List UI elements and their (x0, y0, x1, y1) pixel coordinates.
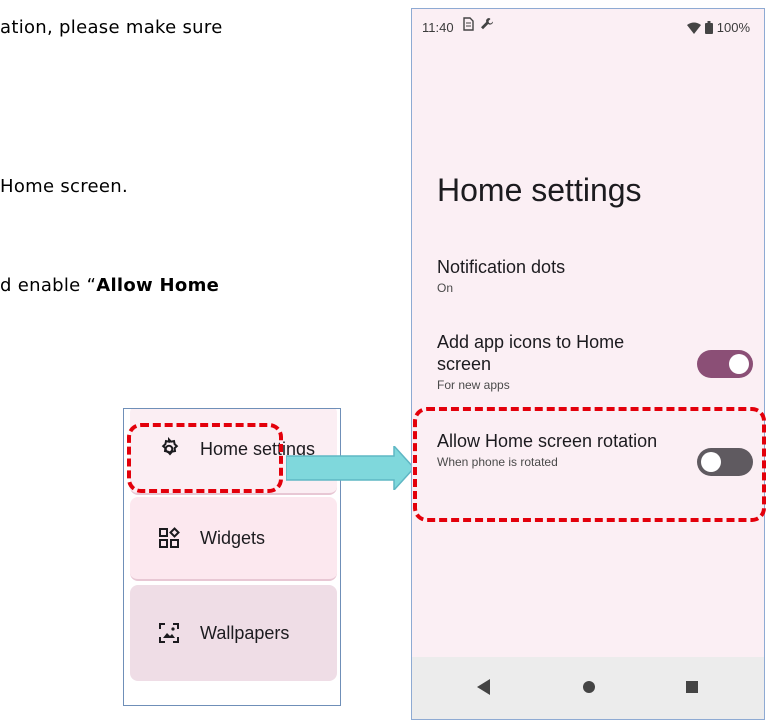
home-icon[interactable] (582, 680, 596, 694)
highlight-allow-rotation (413, 407, 766, 522)
arrow-right-icon (286, 446, 416, 490)
setting-subtitle: For new apps (437, 378, 510, 392)
menu-item-label: Wallpapers (200, 622, 290, 643)
menu-item-widgets[interactable]: Widgets (130, 497, 337, 581)
menu-item-label: Widgets (200, 527, 266, 548)
navigation-bar (412, 657, 764, 719)
setting-notification-dots[interactable]: Notification dots On (437, 256, 667, 295)
phone-screen: 11:40 100% Home settings Notification do… (411, 8, 765, 720)
widgets-icon (156, 525, 182, 551)
setting-title: Notification dots (437, 257, 566, 277)
wrench-icon (481, 18, 494, 30)
wallpaper-icon (156, 620, 182, 646)
doc-line-2: Home screen. (0, 176, 129, 197)
recents-icon[interactable] (685, 680, 699, 694)
wifi-icon (686, 22, 701, 34)
doc-line-3: d enable “Allow Home (0, 275, 220, 296)
battery-level: 100% (716, 20, 750, 35)
page-title: Home settings (437, 172, 642, 208)
doc-line-1: ation, please make sure (0, 17, 223, 38)
setting-title: Add app icons to Home screen (437, 332, 625, 374)
add-app-icons-toggle[interactable] (697, 350, 753, 378)
menu-item-wallpapers[interactable]: Wallpapers (130, 585, 337, 681)
setting-add-app-icons[interactable]: Add app icons to Home screen For new app… (437, 331, 667, 392)
battery-icon (704, 21, 713, 34)
status-bar: 11:40 100% (412, 14, 764, 42)
status-time: 11:40 (422, 20, 454, 35)
highlight-home-settings (127, 423, 283, 493)
sim-icon (463, 17, 474, 31)
toggle-knob (729, 354, 749, 374)
back-icon[interactable] (477, 679, 491, 695)
setting-subtitle: On (437, 281, 454, 295)
